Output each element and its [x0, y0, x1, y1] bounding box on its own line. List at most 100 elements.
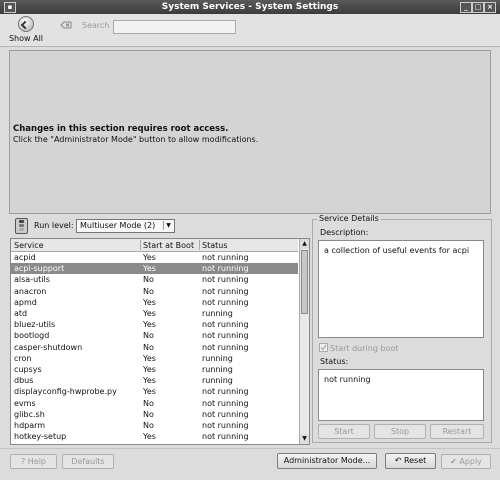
status-cell: not running	[202, 297, 249, 307]
description-text: a collection of useful events for acpi	[324, 246, 470, 255]
table-row[interactable]: bootlogd No not running	[11, 330, 298, 341]
start-during-boot-checkbox[interactable]	[319, 343, 328, 352]
root-access-message: Click the "Administrator Mode" button to…	[13, 135, 259, 144]
status-cell: not running	[202, 398, 249, 408]
column-header-service[interactable]: Service	[14, 241, 44, 250]
service-cell: evms	[14, 398, 36, 408]
column-header-status[interactable]: Status	[202, 241, 228, 250]
table-row[interactable]: cupsys Yes running	[11, 364, 298, 375]
start-at-boot-cell: Yes	[143, 297, 156, 307]
table-row[interactable]: casper-shutdown No not running	[11, 342, 298, 353]
service-cell: bluez-utils	[14, 320, 56, 330]
table-row[interactable]: apmd Yes not running	[11, 297, 298, 308]
start-at-boot-cell: No	[143, 286, 154, 296]
service-cell: anacron	[14, 286, 47, 296]
search-input[interactable]	[113, 20, 236, 34]
table-row[interactable]: atd Yes running	[11, 308, 298, 319]
window-titlebar[interactable]: System Services - System Settings ▪ _ □ …	[0, 0, 500, 14]
reset-button[interactable]: ↶ Reset	[385, 453, 436, 469]
start-at-boot-cell: Yes	[143, 387, 156, 397]
start-button[interactable]: Start	[318, 424, 370, 439]
reset-label: Reset	[403, 456, 427, 465]
table-row[interactable]: anacron No not running	[11, 286, 298, 297]
service-cell: apmd	[14, 297, 37, 307]
show-all-button[interactable]: Show All	[6, 16, 46, 44]
table-row[interactable]: displayconfig-hwprobe.py Yes not running	[11, 386, 298, 397]
table-row[interactable]: evms No not running	[11, 398, 298, 409]
service-cell: cupsys	[14, 365, 42, 374]
status-box: not running	[318, 369, 484, 421]
minimize-icon[interactable]: _	[460, 2, 472, 13]
table-row[interactable]: bluez-utils Yes not running	[11, 319, 298, 330]
scrollbar-thumb[interactable]	[301, 250, 308, 314]
window-menu-icon[interactable]: ▪	[4, 2, 16, 13]
defaults-button[interactable]: Defaults	[62, 454, 114, 469]
reset-icon: ↶	[394, 456, 402, 465]
table-header: Service Start at Boot Status	[11, 239, 298, 252]
service-cell: acpi-support	[14, 264, 65, 274]
service-cell: acpid	[14, 253, 36, 262]
show-all-label: Show All	[8, 34, 44, 43]
start-at-boot-cell: Yes	[143, 309, 156, 318]
run-level-select[interactable]: Multiuser Mode (2) ▼	[76, 219, 175, 233]
table-row[interactable]: dbus Yes running	[11, 375, 298, 386]
help-label: Help	[27, 457, 47, 466]
run-level-label: Run level:	[34, 221, 74, 230]
scroll-up-icon[interactable]: ▲	[300, 239, 309, 249]
status-cell: not running	[202, 331, 249, 341]
restart-button[interactable]: Restart	[430, 424, 484, 439]
description-box: a collection of useful events for acpi	[318, 240, 484, 338]
start-at-boot-cell: Yes	[143, 320, 156, 330]
status-cell: not running	[202, 432, 249, 442]
table-row[interactable]: alsa-utils No not running	[11, 274, 298, 285]
window-title: System Services - System Settings	[161, 2, 339, 12]
status-cell: not running	[202, 253, 249, 262]
status-cell: not running	[202, 264, 249, 274]
status-text: not running	[324, 375, 371, 384]
service-cell: atd	[14, 309, 28, 318]
maximize-icon[interactable]: □	[472, 2, 484, 13]
apply-icon: ✔	[450, 457, 457, 466]
service-cell: hdparm	[14, 421, 46, 430]
start-at-boot-cell: Yes	[143, 432, 156, 442]
services-table: Service Start at Boot Status acpid Yes not…	[10, 238, 310, 445]
status-cell: not running	[202, 286, 249, 296]
table-row[interactable]: acpi-support Yes not running	[11, 263, 298, 275]
start-at-boot-cell: No	[143, 275, 154, 285]
column-header-start-at-boot[interactable]: Start at Boot	[143, 241, 194, 250]
search-label: Search	[82, 21, 110, 30]
service-cell: displayconfig-hwprobe.py	[14, 387, 117, 397]
start-at-boot-cell: Yes	[143, 376, 156, 386]
table-row[interactable]: hotkey-setup Yes not running	[11, 431, 298, 442]
description-label: Description:	[320, 228, 369, 237]
apply-button[interactable]: ✔ Apply	[441, 454, 491, 469]
apply-label: Apply	[459, 457, 482, 466]
traffic-light-icon	[15, 218, 28, 234]
toolbar: Show All	[0, 14, 500, 47]
service-cell: dbus	[14, 376, 34, 386]
start-at-boot-cell: No	[143, 331, 154, 341]
table-row[interactable]: acpid Yes not running	[11, 252, 298, 263]
start-at-boot-cell: Yes	[143, 365, 156, 374]
table-row[interactable]: cron Yes running	[11, 353, 298, 364]
root-access-notice: Changes in this section requires root ac…	[9, 50, 491, 214]
table-row[interactable]: glibc.sh No not running	[11, 409, 298, 420]
start-at-boot-cell: No	[143, 398, 154, 408]
search-clear-icon[interactable]	[60, 20, 72, 30]
checkmark-icon	[320, 344, 327, 351]
scroll-down-icon[interactable]: ▼	[300, 434, 309, 444]
administrator-mode-button[interactable]: Administrator Mode...	[277, 453, 377, 469]
start-at-boot-cell: No	[143, 409, 154, 419]
status-cell: running	[202, 353, 233, 363]
status-label: Status:	[320, 357, 349, 366]
start-during-boot-label: Start during boot	[330, 344, 399, 353]
start-at-boot-cell: Yes	[143, 264, 156, 274]
table-scrollbar[interactable]: ▲ ▼	[299, 239, 309, 444]
table-row[interactable]: hdparm No not running	[11, 420, 298, 431]
close-icon[interactable]: ×	[484, 2, 496, 13]
status-cell: not running	[202, 275, 249, 285]
help-button[interactable]: ? Help	[10, 454, 57, 469]
stop-button[interactable]: Stop	[374, 424, 426, 439]
status-cell: running	[202, 376, 233, 386]
status-cell: not running	[202, 342, 249, 352]
